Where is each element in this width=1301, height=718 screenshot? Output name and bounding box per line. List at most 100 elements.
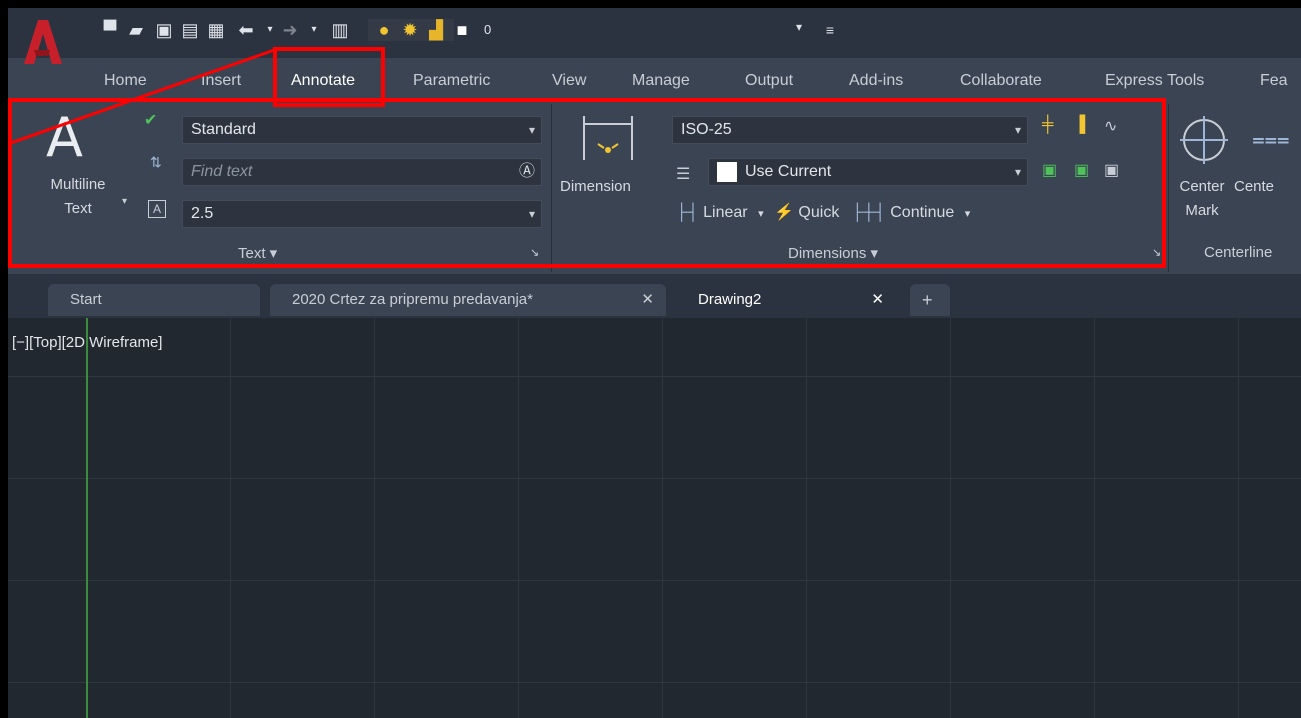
undo-icon[interactable]: ⬅: [236, 20, 256, 40]
grid-line: [1238, 318, 1239, 718]
dim-tools-row: ├┤ Linear ▾ ⚡ Quick ├┼┤ Continue ▾: [676, 200, 1056, 226]
search-icon[interactable]: Ⓐ: [519, 159, 535, 185]
grid-line: [806, 318, 807, 718]
dim-style-value: ISO-25: [681, 121, 732, 138]
undo-dropdown-icon[interactable]: ▾: [260, 20, 280, 40]
grid-line: [8, 580, 1301, 581]
tab-drawing-2020-label: 2020 Crtez za pripremu predavanja*: [292, 291, 533, 308]
grid-line: [8, 478, 1301, 479]
panel-divider: [551, 104, 552, 272]
grid-line: [1094, 318, 1095, 718]
layer-combo[interactable]: 0 ▾: [480, 18, 810, 42]
close-icon[interactable]: ✕: [871, 284, 884, 316]
quick-dim-icon[interactable]: ⚡: [774, 204, 794, 221]
tab-view[interactable]: View: [552, 66, 586, 96]
grid-line: [230, 318, 231, 718]
chevron-down-icon[interactable]: ▾: [529, 201, 535, 227]
center-mark-icon[interactable]: [1176, 112, 1232, 168]
find-text-input[interactable]: Find text Ⓐ: [182, 158, 542, 186]
save-as-icon[interactable]: ▤: [180, 20, 200, 40]
chevron-down-icon[interactable]: ▾: [796, 20, 802, 34]
chevron-down-icon[interactable]: ▾: [758, 208, 764, 220]
tab-output[interactable]: Output: [745, 66, 793, 96]
lock-icon[interactable]: ▟: [426, 20, 446, 40]
white-swatch-icon: [717, 161, 737, 182]
inspect-icon[interactable]: ▣: [1042, 160, 1057, 180]
layers-icon: ☰: [676, 166, 691, 183]
centerline-icon[interactable]: ⩶: [1252, 126, 1290, 152]
update-icon[interactable]: ▣: [1074, 160, 1089, 180]
open-icon[interactable]: ▰: [126, 20, 146, 40]
multiline-text-label-2[interactable]: Text: [34, 200, 122, 217]
tab-manage[interactable]: Manage: [632, 66, 690, 96]
grid-line: [8, 682, 1301, 683]
continue-label[interactable]: Continue: [890, 204, 954, 221]
redo-dropdown-icon[interactable]: ▾: [304, 20, 324, 40]
dimension-label[interactable]: Dimension: [560, 178, 631, 195]
new-icon[interactable]: ▀: [100, 20, 120, 40]
centerlines-panel-title[interactable]: Centerline: [1204, 244, 1272, 261]
multiline-dropdown-icon[interactable]: ▾: [122, 196, 127, 207]
tab-featured[interactable]: Fea: [1260, 66, 1288, 96]
pointer-line: [8, 46, 281, 146]
text-height-combo[interactable]: 2.5 ▾: [182, 200, 542, 228]
centerline-label[interactable]: Cente: [1234, 178, 1274, 195]
y-axis-line: [86, 318, 88, 718]
tab-parametric[interactable]: Parametric: [413, 66, 490, 96]
jog-icon[interactable]: ∿: [1104, 116, 1117, 136]
plus-icon[interactable]: +: [922, 290, 933, 310]
sun-icon[interactable]: ✹: [400, 20, 420, 40]
linear-label[interactable]: Linear: [703, 204, 747, 221]
tab-start-label: Start: [70, 291, 102, 308]
layer-value: 0: [484, 22, 492, 37]
grid-line: [374, 318, 375, 718]
tab-annotate[interactable]: Annotate: [291, 66, 355, 96]
text-height-icon[interactable]: A: [148, 200, 166, 218]
break-icon[interactable]: ▐: [1074, 116, 1085, 134]
chevron-down-icon[interactable]: ▾: [965, 208, 971, 220]
text-align-icon[interactable]: ⇅: [150, 154, 162, 171]
document-tabs: Start 2020 Crtez za pripremu predavanja*…: [8, 274, 1301, 318]
center-mark-label[interactable]: Center: [1172, 178, 1232, 195]
tab-express-tools[interactable]: Express Tools: [1105, 66, 1204, 96]
grid-line: [950, 318, 951, 718]
tab-start[interactable]: Start: [48, 284, 260, 316]
dialog-launcher-icon[interactable]: ↘: [530, 246, 539, 259]
grid-line: [8, 376, 1301, 377]
dimensions-panel-title[interactable]: Dimensions ▾: [788, 244, 878, 262]
find-text-placeholder: Find text: [191, 163, 253, 180]
redo-icon[interactable]: ➜: [280, 20, 300, 40]
dim-layer-combo[interactable]: Use Current ▾: [708, 158, 1028, 186]
lightbulb-icon[interactable]: ●: [374, 20, 394, 40]
continue-icon[interactable]: ├┼┤: [852, 204, 886, 221]
chevron-down-icon[interactable]: ▾: [1015, 117, 1021, 143]
adjust-space-icon[interactable]: ╪: [1042, 116, 1053, 134]
save-icon[interactable]: ▣: [154, 20, 174, 40]
tab-collaborate[interactable]: Collaborate: [960, 66, 1042, 96]
dimension-icon[interactable]: [578, 110, 638, 170]
tab-drawing2[interactable]: Drawing2 ✕: [676, 284, 900, 316]
close-icon[interactable]: ✕: [641, 284, 654, 316]
autocad-window: ▀ ▰ ▣ ▤ ▦ ⬅ ▾ ➜ ▾ ▥ ● ✹ ▟ ■ 0 ▾ ≡ Home I…: [8, 8, 1301, 718]
center-mark-label-2[interactable]: Mark: [1172, 202, 1232, 219]
multiline-text-label[interactable]: Multiline: [34, 176, 122, 193]
tab-add-ins[interactable]: Add-ins: [849, 66, 903, 96]
grid-line: [662, 318, 663, 718]
new-tab-button[interactable]: +: [910, 284, 950, 316]
reassociate-icon[interactable]: ▣: [1104, 160, 1119, 180]
text-height-value: 2.5: [191, 205, 214, 222]
chevron-down-icon[interactable]: ▾: [1015, 159, 1021, 185]
viewport-controls-label[interactable]: [−][Top][2D Wireframe]: [12, 334, 162, 351]
dim-layer-value: Use Current: [745, 163, 832, 180]
dim-style-combo[interactable]: ISO-25 ▾: [672, 116, 1028, 144]
print-icon[interactable]: ▦: [206, 20, 226, 40]
quick-label[interactable]: Quick: [798, 204, 839, 221]
tab-drawing-2020[interactable]: 2020 Crtez za pripremu predavanja* ✕: [270, 284, 666, 316]
chevron-down-icon[interactable]: ▾: [529, 117, 535, 143]
customize-toolbar-icon[interactable]: ≡: [820, 20, 840, 40]
dialog-launcher-icon[interactable]: ↘: [1152, 246, 1161, 259]
linear-icon[interactable]: ├┤: [676, 204, 699, 221]
calculator-icon[interactable]: ▥: [330, 20, 350, 40]
drawing-viewport[interactable]: [−][Top][2D Wireframe]: [8, 318, 1301, 718]
text-panel-title[interactable]: Text ▾: [238, 244, 277, 262]
